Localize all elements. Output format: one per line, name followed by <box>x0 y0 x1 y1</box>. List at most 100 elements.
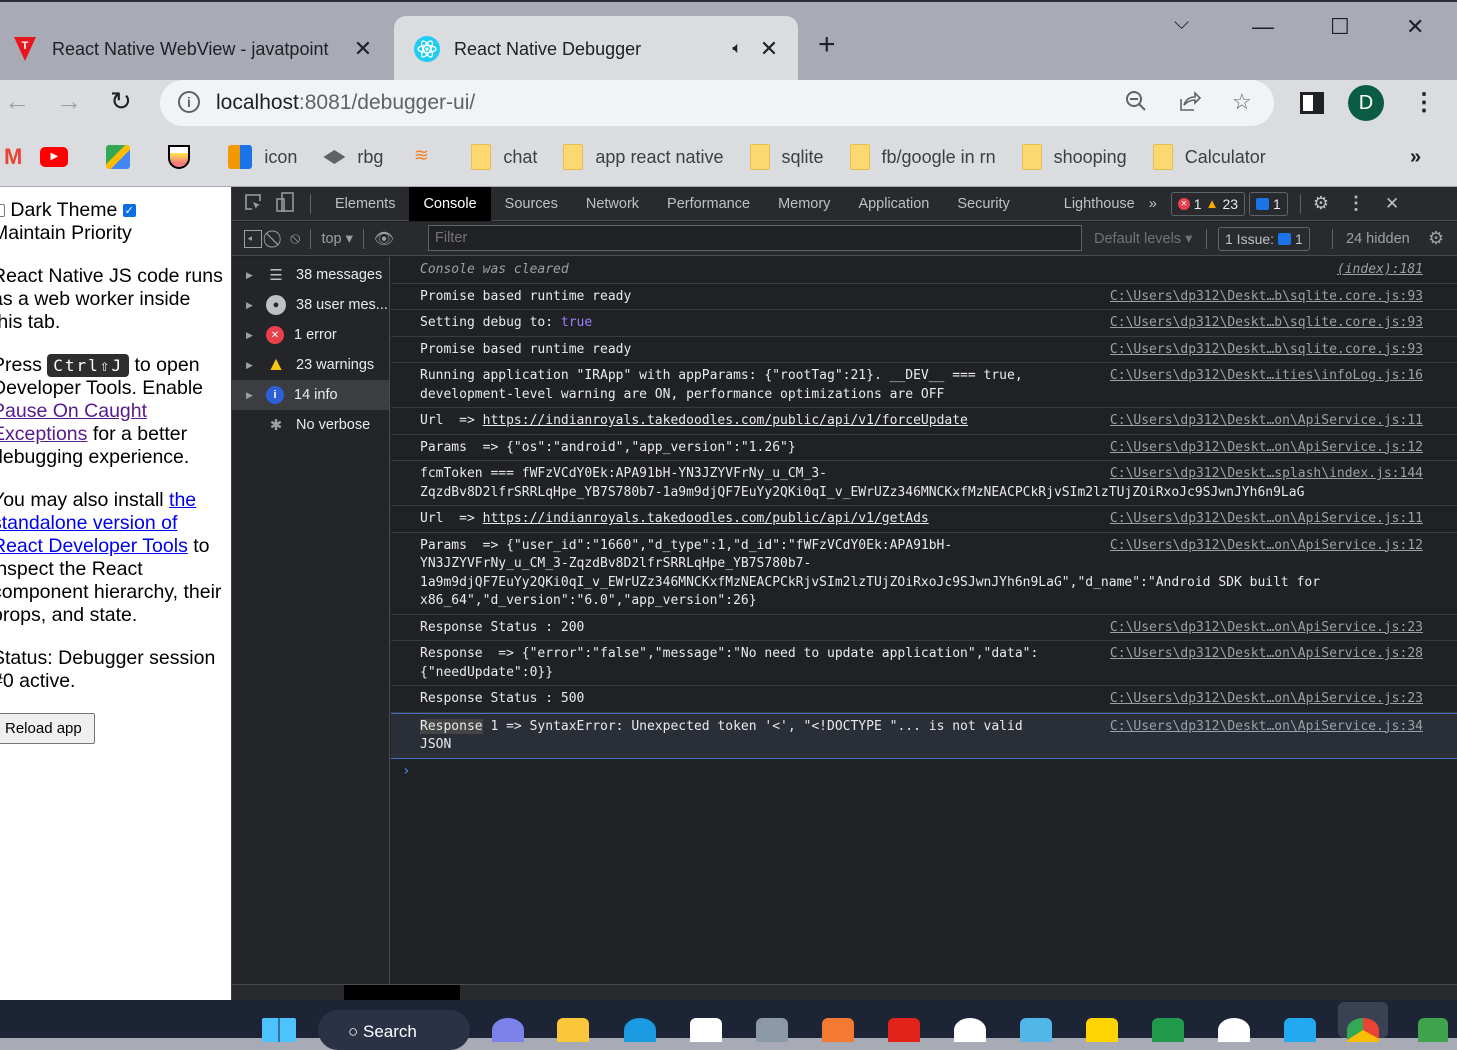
bookmark-stackoverflow[interactable]: ≋ <box>409 145 445 169</box>
teams-icon[interactable] <box>492 1018 524 1042</box>
devtools-tab-console[interactable]: Console <box>409 186 491 221</box>
close-tab-icon[interactable]: ✕ <box>350 36 376 62</box>
chrome-icon[interactable] <box>1347 1018 1379 1042</box>
bookmark-tongue[interactable] <box>168 145 202 169</box>
source-link[interactable]: C:\Users\dp312\Deskt…on\ApiService.js:28 <box>1110 645 1423 664</box>
expand-arrow-icon[interactable]: ▶ <box>246 300 258 311</box>
store-icon[interactable] <box>690 1018 722 1042</box>
devtools-tab-lighthouse[interactable]: Lighthouse <box>1050 187 1149 221</box>
context-selector[interactable]: top ▾ <box>321 231 352 247</box>
inspect-element-icon[interactable] <box>244 193 262 215</box>
file-explorer-icon[interactable] <box>557 1018 589 1042</box>
log-levels-dropdown[interactable]: Default levels ▾ <box>1094 231 1192 247</box>
expand-arrow-icon[interactable]: ▶ <box>246 330 258 341</box>
source-link[interactable]: C:\Users\dp312\Deskt…on\ApiService.js:23 <box>1110 690 1423 709</box>
url-text[interactable]: localhost:8081/debugger-ui/ <box>216 91 475 115</box>
source-link[interactable]: C:\Users\dp312\Deskt…on\ApiService.js:11 <box>1110 412 1423 431</box>
source-link[interactable]: C:\Users\dp312\Deskt…b\sqlite.core.js:93 <box>1110 341 1423 360</box>
bookmarks-overflow-button[interactable]: » <box>1410 146 1421 169</box>
forward-button[interactable]: → <box>56 86 82 117</box>
site-info-icon[interactable]: i <box>178 91 200 113</box>
bookmark-folder-shooping[interactable]: shooping <box>1021 144 1127 170</box>
source-link[interactable]: C:\Users\dp312\Deskt…on\ApiService.js:23 <box>1110 619 1423 638</box>
tab-javatpoint[interactable]: T React Native WebView - javatpoint ✕ <box>0 16 392 82</box>
close-devtools-icon[interactable]: ✕ <box>1385 194 1399 214</box>
zoom-out-icon[interactable] <box>1124 89 1148 119</box>
sticky-notes-icon[interactable] <box>1086 1018 1118 1042</box>
device-toolbar-icon[interactable] <box>276 191 294 216</box>
devtools-tab-security[interactable]: Security <box>943 187 1049 221</box>
sidebar-item-info[interactable]: ▶ i 14 info <box>232 380 389 410</box>
android-studio-icon[interactable] <box>1218 1018 1250 1042</box>
taskbar-search[interactable]: ○ Search <box>318 1010 470 1050</box>
bookmark-icon[interactable]: icon <box>228 145 297 169</box>
bookmark-youtube[interactable]: ▶ <box>40 147 80 167</box>
source-link[interactable]: C:\Users\dp312\Deskt…on\ApiService.js:12 <box>1110 439 1423 458</box>
new-tab-button[interactable]: + <box>818 28 836 62</box>
devtools-tab-elements[interactable]: Elements <box>321 187 409 221</box>
tab-search-icon[interactable]: ⌵ <box>1174 12 1189 35</box>
back-button[interactable]: ← <box>4 86 30 117</box>
devtools-tab-application[interactable]: Application <box>844 187 943 221</box>
devtools-tab-network[interactable]: Network <box>572 187 653 221</box>
issues-counter[interactable]: 1 <box>1249 191 1288 216</box>
notepad-icon[interactable] <box>1020 1018 1052 1042</box>
sidebar-item-errors[interactable]: ▶ ✕ 1 error <box>232 320 389 350</box>
expand-arrow-icon[interactable]: ▶ <box>246 360 258 371</box>
maximize-button[interactable]: ☐ <box>1330 14 1350 40</box>
sidebar-item-messages[interactable]: ▶ ☰ 38 messages <box>232 260 389 290</box>
maintain-priority-checkbox[interactable]: ✓ <box>122 204 136 218</box>
bookmark-folder-calculator[interactable]: Calculator <box>1152 144 1266 170</box>
wps-icon[interactable] <box>888 1018 920 1042</box>
live-expression-eye-icon[interactable]: 👁︎ <box>374 229 394 249</box>
minimize-button[interactable]: — <box>1252 14 1274 40</box>
edge-icon[interactable] <box>624 1018 656 1042</box>
bookmark-maps[interactable] <box>106 145 142 169</box>
bookmark-folder-app-react-native[interactable]: app react native <box>563 144 724 170</box>
bookmark-folder-fb-google[interactable]: fb/google in rn <box>849 144 996 170</box>
devtools-menu-icon[interactable]: ⋮ <box>1347 193 1365 214</box>
source-link[interactable]: C:\Users\dp312\Deskt…splash\index.js:144 <box>1110 465 1423 484</box>
issues-button[interactable]: 1 Issue: 1 <box>1218 226 1310 251</box>
app-icon[interactable] <box>954 1018 986 1042</box>
console-settings-gear-icon[interactable]: ⚙ <box>1428 228 1444 249</box>
source-link[interactable]: (index):181 <box>1337 261 1423 280</box>
sidebar-item-verbose[interactable]: ✱ No verbose <box>232 410 389 440</box>
reload-app-button[interactable]: Reload app <box>0 713 95 744</box>
profile-avatar[interactable]: D <box>1348 85 1384 121</box>
console-prompt[interactable]: › <box>391 759 1457 779</box>
bookmark-rbg[interactable]: rbg <box>323 147 383 168</box>
devtools-tab-performance[interactable]: Performance <box>653 187 764 221</box>
share-icon[interactable] <box>1178 89 1202 119</box>
bookmark-gmail[interactable]: M <box>4 144 22 170</box>
dark-theme-checkbox[interactable] <box>0 204 5 218</box>
bookmark-folder-chat[interactable]: chat <box>471 144 537 170</box>
sidebar-item-warnings[interactable]: ▶ ▲ 23 warnings <box>232 350 389 380</box>
devtools-tab-sources[interactable]: Sources <box>491 187 572 221</box>
tab-react-native-debugger[interactable]: React Native Debugger 🔈︎ ✕ <box>394 16 798 82</box>
error-warning-counter[interactable]: ✕ 1 ▲ 23 <box>1170 191 1246 216</box>
address-bar[interactable]: i localhost:8081/debugger-ui/ ☆ <box>160 80 1274 126</box>
close-tab-icon[interactable]: ✕ <box>756 36 782 62</box>
sidebar-toggle-icon[interactable]: ◂ <box>244 229 262 248</box>
devtools-tab-memory[interactable]: Memory <box>764 187 844 221</box>
expand-arrow-icon[interactable]: ▶ <box>246 390 258 401</box>
expand-arrow-icon[interactable]: ▶ <box>246 270 258 281</box>
close-window-button[interactable]: ✕ <box>1406 14 1424 40</box>
source-link[interactable]: C:\Users\dp312\Deskt…b\sqlite.core.js:93 <box>1110 314 1423 333</box>
reload-button[interactable]: ↻ <box>110 86 132 117</box>
source-link[interactable]: C:\Users\dp312\Deskt…on\ApiService.js:11 <box>1110 510 1423 529</box>
side-panel-icon[interactable] <box>1300 92 1324 114</box>
more-tabs-button[interactable]: » <box>1149 196 1157 212</box>
sidebar-item-user-messages[interactable]: ▶ ● 38 user mes... <box>232 290 389 320</box>
menu-kebab-icon[interactable]: ⋮ <box>1412 88 1436 117</box>
xampp-icon[interactable] <box>822 1018 854 1042</box>
source-link[interactable]: C:\Users\dp312\Deskt…ities\infoLog.js:16 <box>1110 367 1423 386</box>
url-link[interactable]: https://indianroyals.takedoodles.com/pub… <box>483 511 929 526</box>
console-filter-input[interactable] <box>428 225 1082 251</box>
vscode-icon[interactable] <box>1284 1018 1316 1042</box>
source-link[interactable]: C:\Users\dp312\Deskt…on\ApiService.js:12 <box>1110 537 1423 556</box>
source-link[interactable]: C:\Users\dp312\Deskt…b\sqlite.core.js:93 <box>1110 288 1423 307</box>
bookmark-star-icon[interactable]: ☆ <box>1232 89 1252 115</box>
source-link[interactable]: C:\Users\dp312\Deskt…on\ApiService.js:34 <box>1110 718 1423 737</box>
